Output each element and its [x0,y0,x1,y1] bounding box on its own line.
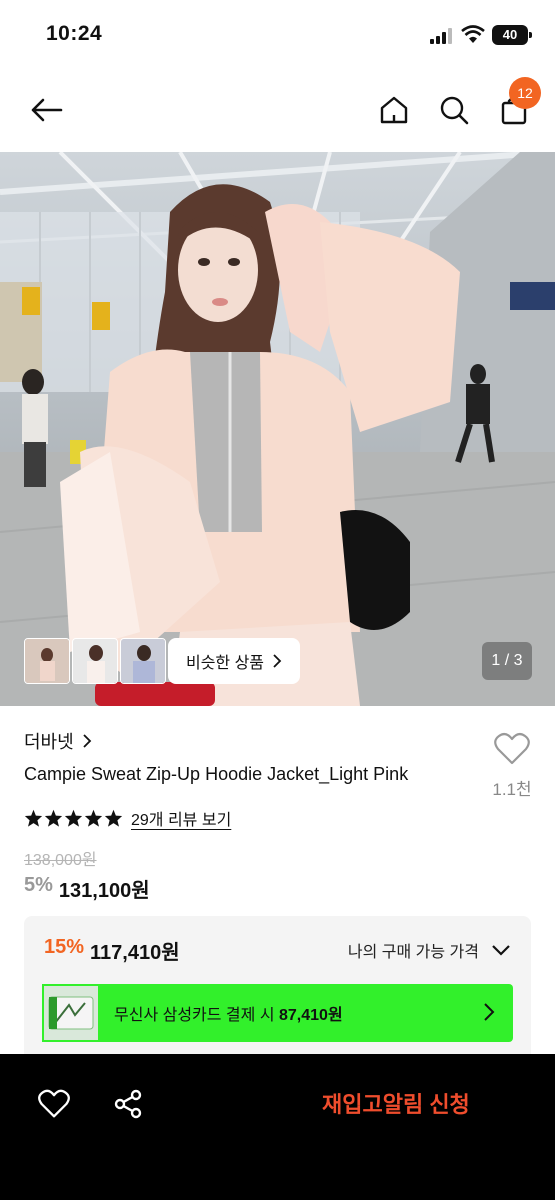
wishlist-count: 1.1천 [492,780,532,799]
status-bar: 10:24 40 [0,0,555,70]
wifi-icon [461,25,485,44]
sale-price: 131,100원 [58,880,150,902]
card-promo-price: 87,410원 [279,1007,343,1024]
thumbnail-strip [24,638,166,684]
like-button[interactable] [34,1084,74,1124]
card-image [42,984,100,1042]
benefit-panel: 15% 117,410원 나의 구매 가능 가격 무신사 삼성카드 결제 시 8… [24,916,531,1066]
best-price: 117,410원 [90,942,180,964]
restock-alert-button[interactable]: 재입고알림 신청 [322,1087,470,1119]
thumbnail-1[interactable] [24,638,70,684]
bottom-action-bar: 재입고알림 신청 [0,1054,555,1200]
heart-icon [494,732,530,765]
card-promo-banner[interactable]: 무신사 삼성카드 결제 시 87,410원 [42,984,513,1042]
star-icon [104,809,123,827]
star-icon [24,809,43,827]
chevron-right-icon [83,734,91,748]
status-time: 10:24 [46,22,103,45]
search-icon[interactable] [434,90,474,130]
original-price: 138,000원 [24,852,97,869]
image-page-indicator: 1 / 3 [482,642,532,680]
signal-icon [430,27,456,44]
star-icon [64,809,83,827]
battery-icon: 40 [492,25,532,45]
card-promo-label: 무신사 삼성카드 결제 시 [114,1007,275,1024]
thumbnail-3[interactable] [120,638,166,684]
share-button[interactable] [108,1084,148,1124]
heart-icon [38,1089,70,1118]
discount-percent: 5% [24,874,53,896]
star-icon [44,809,63,827]
product-title: Campie Sweat Zip-Up Hoodie Jacket_Light … [24,764,409,784]
share-icon [114,1089,142,1119]
home-icon[interactable] [374,90,414,130]
chevron-down-icon [492,945,510,956]
chevron-right-icon [273,654,282,668]
product-photo [0,152,555,706]
sale-price-row: 5% 131,100원 [24,874,150,903]
similar-products-button[interactable]: 비슷한 상품 [168,638,300,684]
cart-count-badge: 12 [509,77,541,109]
thumbnail-2[interactable] [72,638,118,684]
rating-row: 29개 리뷰 보기 [24,806,231,830]
back-arrow-icon[interactable] [26,90,66,130]
top-nav [0,70,555,152]
brand-link[interactable]: 더바넷 [24,728,92,754]
my-price-toggle[interactable]: 나의 구매 가능 가격 [348,938,511,962]
product-image[interactable] [0,152,555,706]
best-price-row: 15% 117,410원 [44,936,180,965]
my-price-label: 나의 구매 가능 가격 [347,944,479,961]
wishlist-button[interactable] [490,732,534,771]
similar-products-label: 비슷한 상품 [185,655,265,672]
card-promo-text: 무신사 삼성카드 결제 시 87,410원 [114,1001,343,1025]
best-discount-percent: 15% [44,936,85,958]
rating-stars [24,809,123,827]
brand-name: 더바넷 [24,732,74,752]
star-icon [84,809,103,827]
chevron-right-icon [484,1003,495,1021]
review-link[interactable]: 29개 리뷰 보기 [131,806,231,830]
